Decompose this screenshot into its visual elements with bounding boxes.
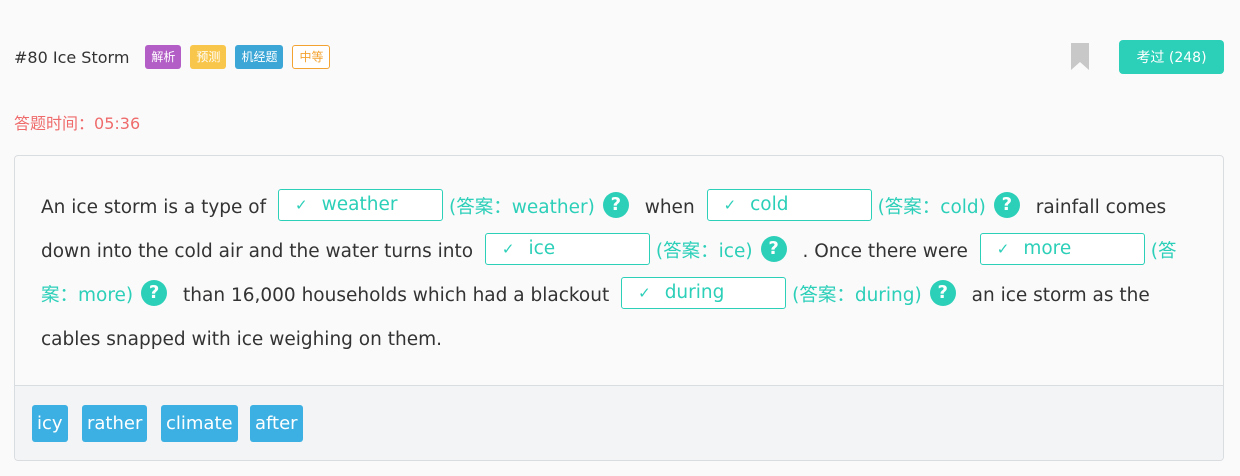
- answer-hint: (答案：during): [792, 285, 922, 306]
- help-icon[interactable]: ?: [929, 280, 956, 306]
- blank-value: weather: [321, 194, 398, 215]
- word-chip-climate[interactable]: climate: [161, 405, 238, 442]
- blank-4[interactable]: ✓ more: [979, 233, 1145, 265]
- tag-difficulty: 中等: [292, 45, 331, 69]
- blank-1[interactable]: ✓ weather: [278, 189, 444, 221]
- help-icon[interactable]: ?: [760, 236, 787, 262]
- answer-hint: (答案：cold): [877, 197, 986, 218]
- blank-3[interactable]: ✓ ice: [484, 233, 650, 265]
- tag-machine-question[interactable]: 机经题: [235, 45, 284, 69]
- check-icon: ✓: [996, 240, 1010, 258]
- timer-value: 05:36: [94, 114, 141, 133]
- blank-value: cold: [750, 194, 789, 215]
- blank-value: during: [664, 282, 725, 303]
- check-icon: ✓: [638, 284, 651, 302]
- tag-analysis[interactable]: 解析: [145, 45, 182, 69]
- question-title: #80 Ice Storm: [14, 47, 130, 67]
- passage: An ice storm is a type of ✓ weather (答案：we…: [41, 186, 1191, 362]
- check-icon: ✓: [295, 196, 308, 214]
- question-card: An ice storm is a type of ✓ weather (答案：we…: [14, 155, 1224, 461]
- word-chip-icy[interactable]: icy: [32, 405, 68, 442]
- bookmark-icon[interactable]: [1071, 43, 1089, 70]
- answer-hint: (答案：ice): [655, 241, 753, 262]
- word-chip-after[interactable]: after: [250, 405, 303, 442]
- blank-value: more: [1023, 238, 1072, 259]
- help-icon[interactable]: ?: [602, 192, 629, 218]
- passage-text: when: [644, 197, 695, 218]
- passed-count-button[interactable]: 考过 (248): [1119, 40, 1224, 74]
- passage-text: . Once there were: [802, 241, 968, 262]
- word-bank: icy rather climate after: [15, 385, 1223, 460]
- help-icon[interactable]: ?: [993, 192, 1020, 218]
- passage-text: than 16,000 households which had a black…: [183, 285, 610, 306]
- check-icon: ✓: [501, 240, 515, 258]
- blank-5[interactable]: ✓ during: [621, 277, 787, 309]
- answer-timer: 答题时间：05:36: [14, 110, 140, 134]
- word-chip-rather[interactable]: rather: [82, 405, 148, 442]
- passage-text: An ice storm is a type of: [41, 197, 267, 218]
- check-icon: ✓: [723, 196, 737, 214]
- help-icon[interactable]: ?: [141, 280, 168, 306]
- blank-2[interactable]: ✓ cold: [706, 189, 872, 221]
- timer-label: 答题时间：: [14, 114, 95, 133]
- blank-value: ice: [528, 238, 556, 259]
- answer-hint: (答案：weather): [449, 197, 595, 218]
- question-header: #80 Ice Storm 解析 预测 机经题 中等: [14, 44, 339, 70]
- tag-prediction[interactable]: 预测: [190, 45, 227, 69]
